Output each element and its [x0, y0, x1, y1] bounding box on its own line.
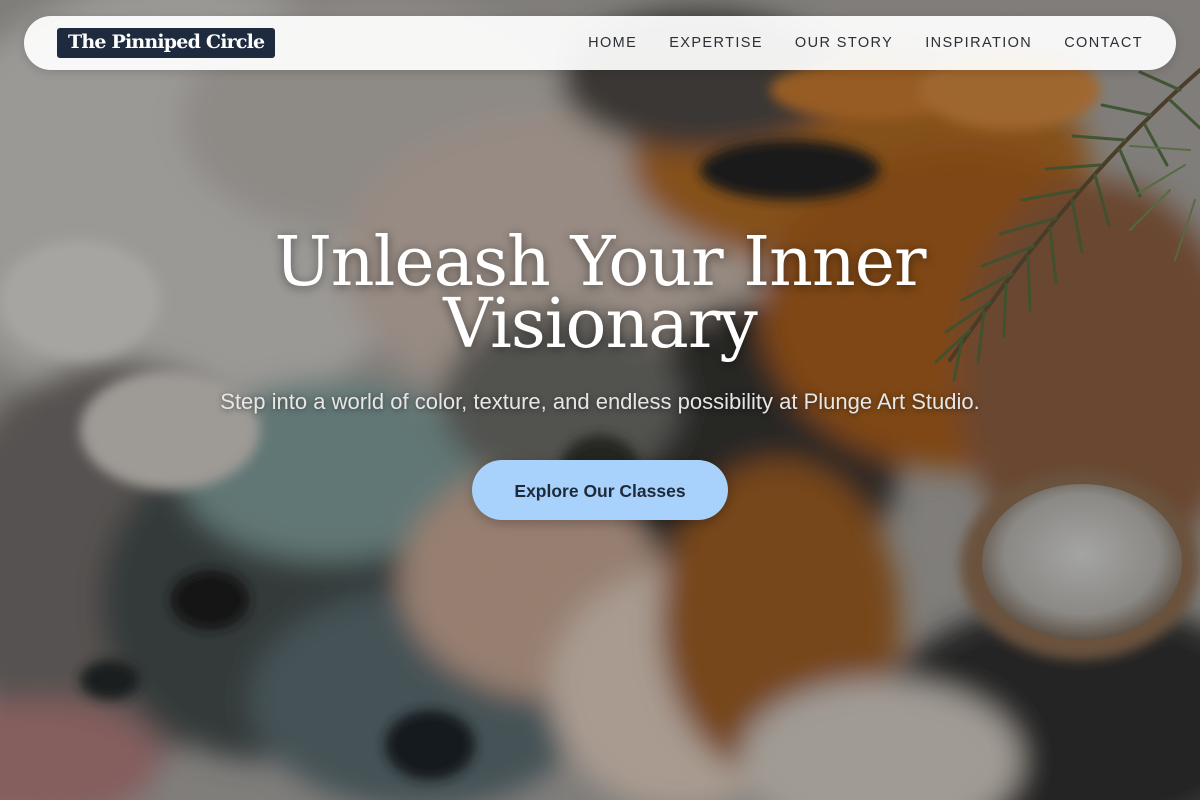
hero-title: Unleash Your Inner Visionary	[274, 223, 927, 364]
hero-subtitle: Step into a world of color, texture, and…	[220, 389, 980, 414]
nav-links: HOME EXPERTISE OUR STORY INSPIRATION CON…	[556, 35, 1143, 51]
nav-link-expertise[interactable]: EXPERTISE	[669, 35, 763, 51]
nav-link-our-story[interactable]: OUR STORY	[795, 35, 893, 51]
nav-link-inspiration[interactable]: INSPIRATION	[925, 35, 1032, 51]
hero-section: Unleash Your Inner Visionary Step into a…	[0, 223, 1200, 520]
nav-link-contact[interactable]: CONTACT	[1064, 35, 1143, 51]
explore-classes-button[interactable]: Explore Our Classes	[472, 460, 728, 520]
brand-logo[interactable]: The Pinniped Circle	[57, 28, 276, 58]
top-navbar: The Pinniped Circle HOME EXPERTISE OUR S…	[24, 16, 1176, 70]
nav-link-home[interactable]: HOME	[588, 35, 637, 51]
